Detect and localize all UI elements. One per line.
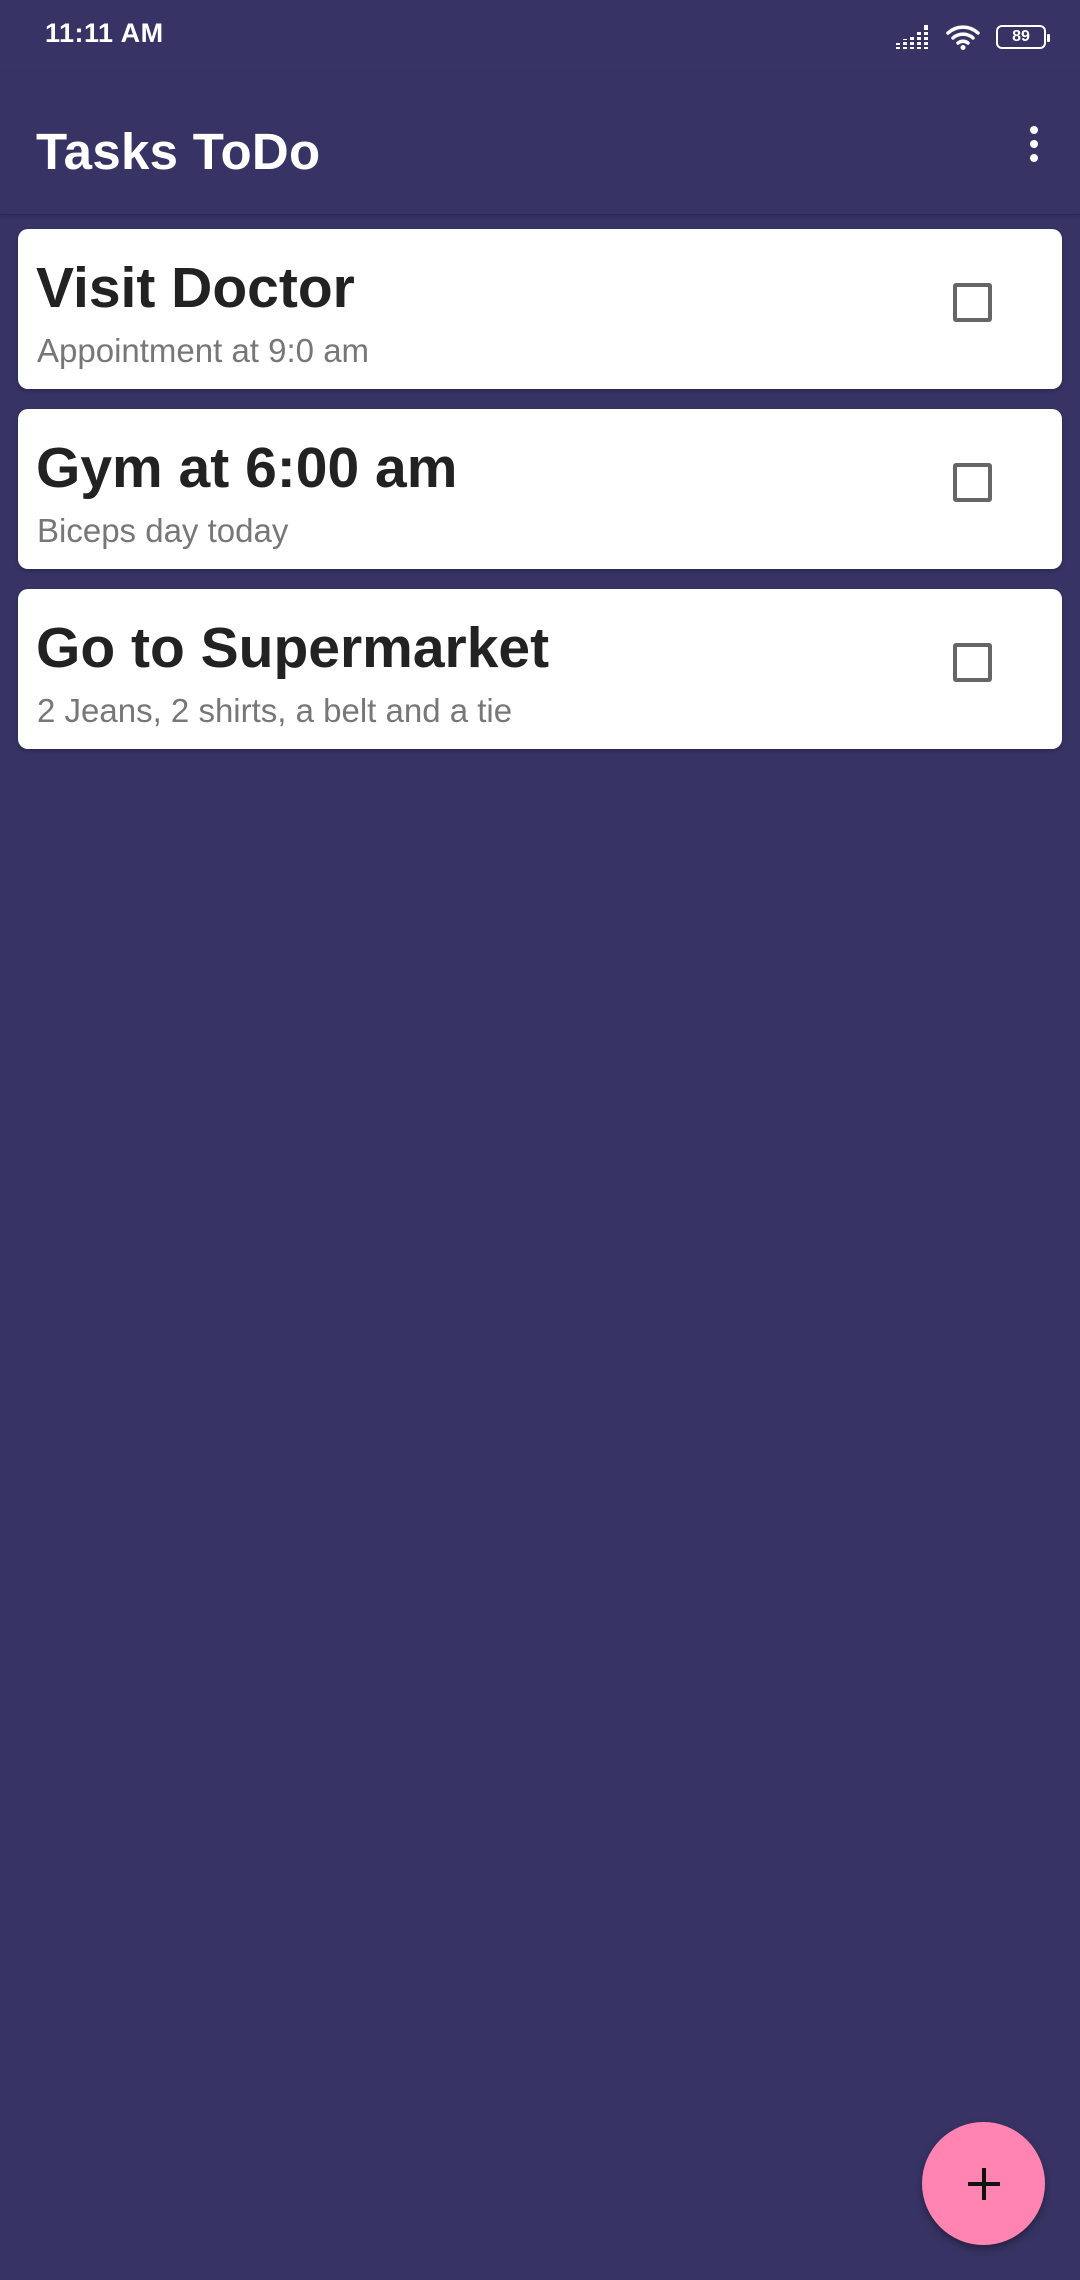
task-subtitle: 2 Jeans, 2 shirts, a belt and a tie	[37, 692, 513, 729]
signal-icon	[896, 25, 930, 49]
task-card[interactable]: Go to Supermarket 2 Jeans, 2 shirts, a b…	[18, 589, 1062, 749]
plus-icon	[966, 2166, 1002, 2202]
status-bar: 11:11 AM 89	[0, 0, 1080, 72]
status-icons: 89	[896, 20, 1050, 54]
task-checkbox[interactable]	[953, 463, 992, 502]
task-subtitle: Biceps day today	[37, 512, 289, 549]
wifi-icon	[946, 24, 980, 50]
task-checkbox[interactable]	[953, 643, 992, 682]
task-subtitle: Appointment at 9:0 am	[37, 332, 370, 369]
battery-level: 89	[1012, 28, 1030, 45]
task-card[interactable]: Gym at 6:00 am Biceps day today	[18, 409, 1062, 569]
task-list: Visit Doctor Appointment at 9:0 am Gym a…	[18, 229, 1062, 769]
battery-icon: 89	[996, 25, 1050, 49]
add-task-button[interactable]	[922, 2122, 1045, 2245]
task-card[interactable]: Visit Doctor Appointment at 9:0 am	[18, 229, 1062, 389]
app-bar: Tasks ToDo	[0, 72, 1080, 215]
task-title: Visit Doctor	[36, 256, 355, 320]
task-title: Go to Supermarket	[36, 616, 550, 680]
status-time: 11:11 AM	[45, 18, 164, 48]
task-title: Gym at 6:00 am	[36, 436, 458, 500]
task-checkbox[interactable]	[953, 283, 992, 322]
page-title: Tasks ToDo	[36, 123, 321, 180]
more-vert-icon[interactable]	[1002, 112, 1066, 176]
